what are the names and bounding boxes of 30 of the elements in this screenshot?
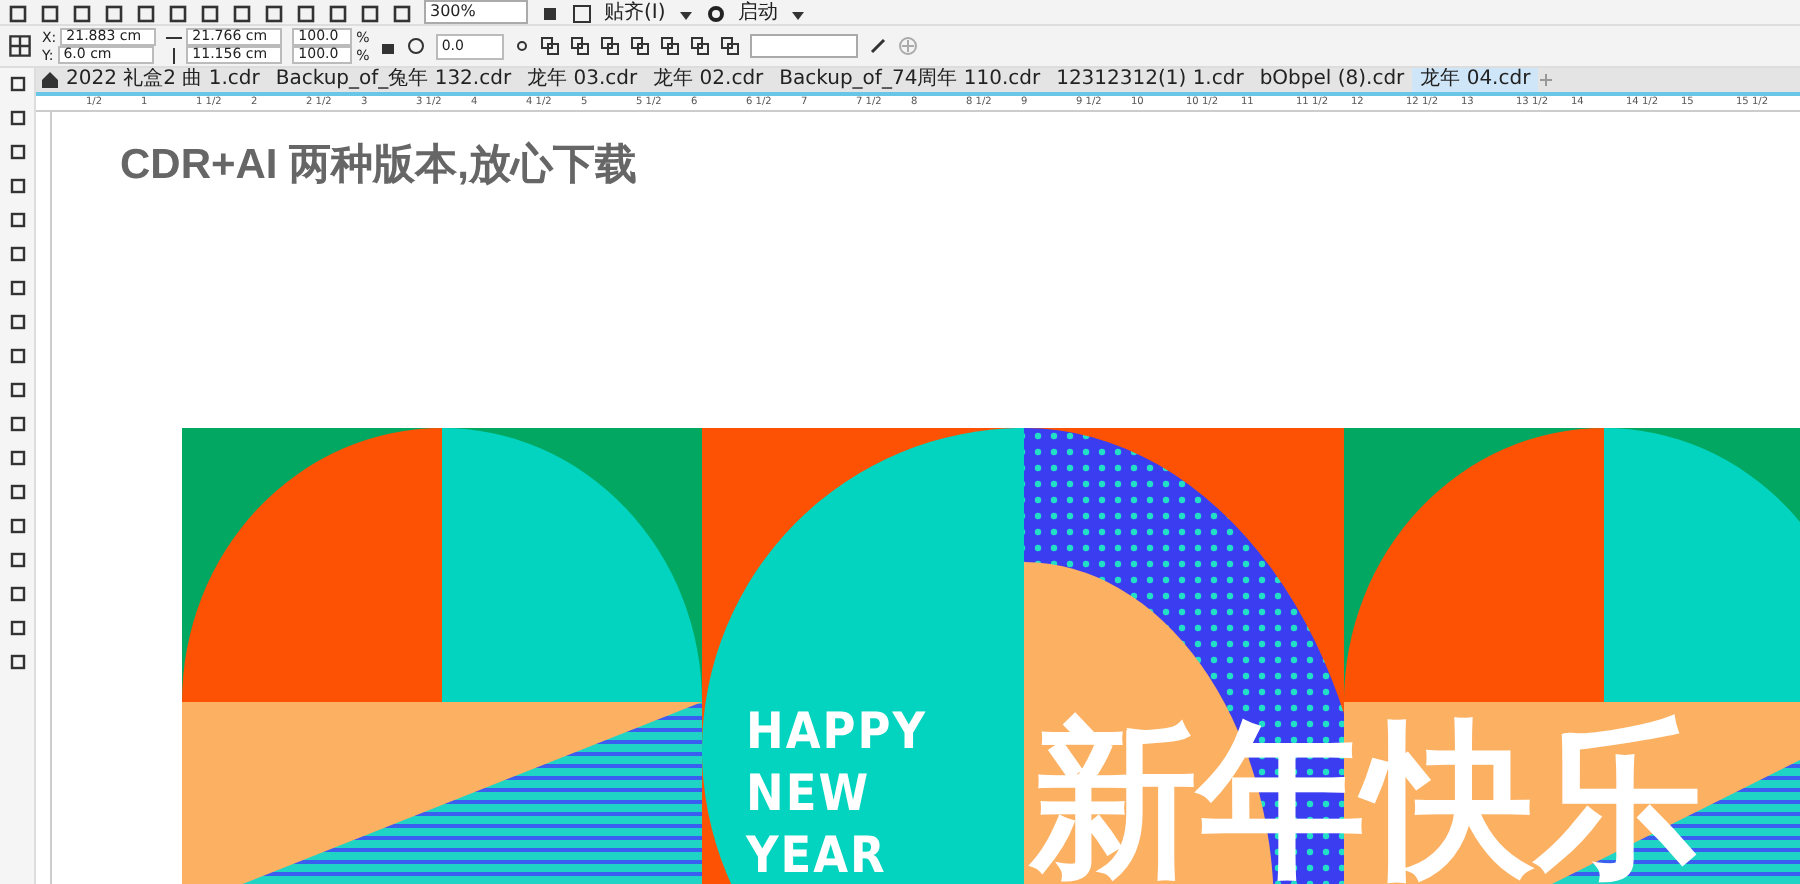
settings-icon[interactable] [705, 4, 726, 24]
degree-icon [513, 38, 530, 54]
grid-icon[interactable] [8, 34, 32, 58]
poster-english-text: YEAR [746, 824, 887, 884]
home-icon[interactable] [42, 72, 58, 88]
document-tab[interactable]: Backup_of_兔年 132.cdr [267, 68, 520, 92]
color-dropdown[interactable] [749, 34, 858, 58]
rotate-icon [405, 36, 426, 56]
squares-icon[interactable] [689, 36, 710, 56]
snap-menu[interactable]: 贴齐(I) [604, 2, 666, 24]
caret-icon[interactable] [789, 8, 806, 24]
zoom-field[interactable]: 300% [424, 0, 528, 24]
page-heading: CDR+AI 两种版本,放心下载 [120, 139, 639, 192]
document-tab[interactable]: 龙年 02.cdr [645, 68, 772, 92]
document-tab[interactable]: 龙年 03.cdr [519, 68, 646, 92]
squares-icon[interactable] [629, 36, 650, 56]
squares-icon[interactable] [719, 36, 740, 56]
caret-icon[interactable] [677, 8, 694, 24]
pen-icon[interactable] [867, 36, 888, 56]
squares-icon[interactable] [539, 36, 560, 56]
document-tab[interactable]: 龙年 04.cdr [1412, 68, 1539, 92]
document-tab[interactable]: bObpel (8).cdr [1251, 68, 1413, 92]
launch-menu[interactable]: 启动 [737, 2, 778, 24]
squares-icon[interactable] [599, 36, 620, 56]
squares-icon[interactable] [659, 36, 680, 56]
document-tab[interactable]: Backup_of_74周年 110.cdr [771, 68, 1049, 92]
poster-english-text: NEW [746, 762, 871, 824]
poster-english-text: HAPPY [746, 700, 927, 762]
document-tab[interactable]: 12312312(1) 1.cdr [1048, 68, 1252, 92]
squares-icon[interactable] [569, 36, 590, 56]
